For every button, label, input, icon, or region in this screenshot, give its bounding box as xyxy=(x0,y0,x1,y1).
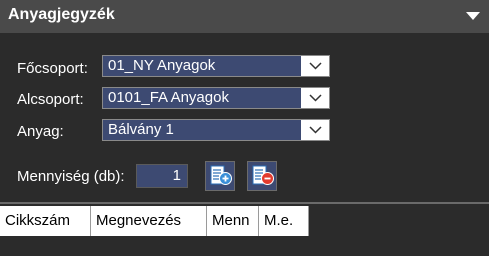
anyag-label: Anyag: xyxy=(17,123,64,140)
focsoport-value: 01_NY Anyagok xyxy=(103,56,301,76)
focsoport-dropdown-button[interactable] xyxy=(302,56,329,76)
column-header-me[interactable]: M.e. xyxy=(259,206,309,236)
alcsoport-select[interactable]: 0101_FA Anyagok xyxy=(102,87,330,109)
panel-title: Anyagjegyzék xyxy=(8,6,115,23)
alcsoport-label: Alcsoport: xyxy=(17,91,84,108)
chevron-down-icon xyxy=(309,94,322,102)
anyag-value: Bálvány 1 xyxy=(103,120,301,140)
mennyiseg-label: Mennyiség (db): xyxy=(17,168,125,185)
mennyiseg-input[interactable]: 1 xyxy=(136,164,188,188)
chevron-down-icon xyxy=(309,126,322,134)
alcsoport-value: 0101_FA Anyagok xyxy=(103,88,301,108)
panel-header: Anyagjegyzék xyxy=(0,0,489,33)
chevron-down-icon xyxy=(309,62,322,70)
column-header-mennyiseg[interactable]: Menn xyxy=(207,206,259,236)
remove-item-button[interactable] xyxy=(247,161,277,191)
table-header: Cikkszám Megnevezés Menn M.e. xyxy=(0,206,309,236)
add-item-button[interactable] xyxy=(205,161,235,191)
column-header-cikkszam[interactable]: Cikkszám xyxy=(0,206,91,236)
collapse-icon[interactable] xyxy=(466,12,480,21)
remove-document-icon xyxy=(252,165,274,185)
alcsoport-dropdown-button[interactable] xyxy=(302,88,329,108)
column-header-megnevezes[interactable]: Megnevezés xyxy=(91,206,207,236)
focsoport-select[interactable]: 01_NY Anyagok xyxy=(102,55,330,77)
anyag-dropdown-button[interactable] xyxy=(302,120,329,140)
divider xyxy=(0,202,489,204)
add-document-icon xyxy=(210,165,232,185)
anyag-select[interactable]: Bálvány 1 xyxy=(102,119,330,141)
focsoport-label: Főcsoport: xyxy=(17,60,88,77)
